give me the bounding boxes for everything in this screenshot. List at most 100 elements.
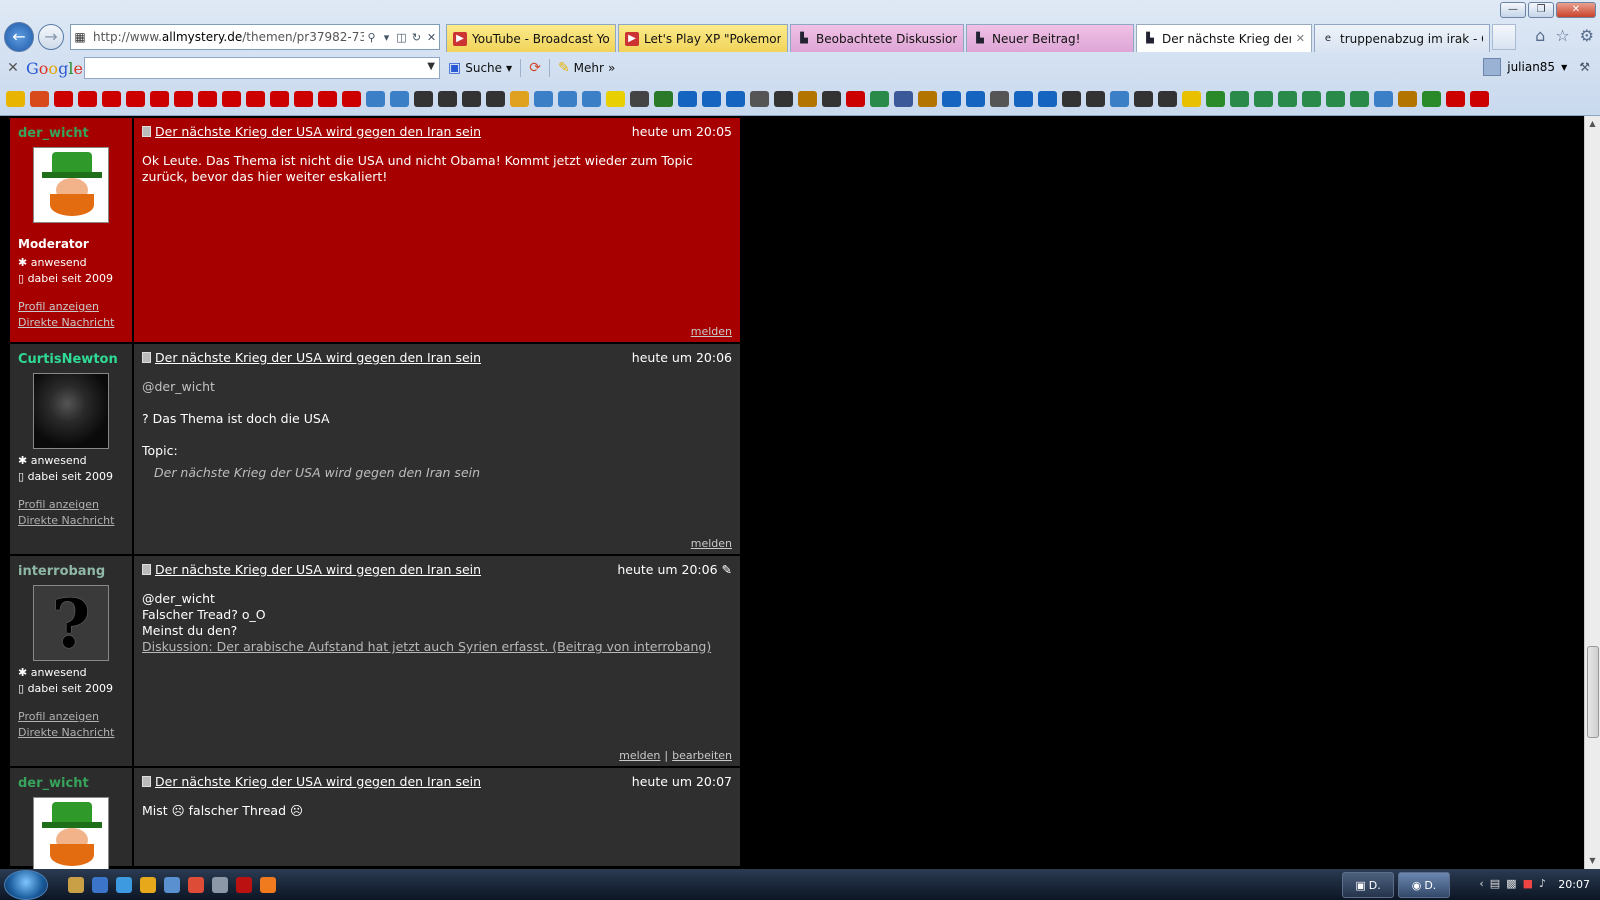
favorite-bookmark-icon[interactable] (1446, 91, 1465, 107)
favorite-bookmark-icon[interactable] (558, 91, 577, 107)
favorite-bookmark-icon[interactable] (414, 91, 433, 107)
browser-tab[interactable]: ▶ Let's Play XP "Pokemon F... (618, 24, 788, 52)
avatar[interactable] (33, 797, 109, 869)
search-icon[interactable]: ⚲ (364, 31, 379, 44)
clock[interactable]: 20:07 (1558, 878, 1590, 891)
favorite-bookmark-icon[interactable] (630, 91, 649, 107)
google-search-input[interactable]: ▼ (84, 57, 440, 79)
bi-icon[interactable] (236, 876, 252, 893)
favorite-bookmark-icon[interactable] (654, 91, 673, 107)
post-title-link[interactable]: Der nächste Krieg der USA wird gegen den… (155, 124, 481, 139)
favorite-bookmark-icon[interactable] (534, 91, 553, 107)
favorite-bookmark-icon[interactable] (942, 91, 961, 107)
favorite-bookmark-icon[interactable] (1182, 91, 1201, 107)
media-player-icon[interactable] (140, 876, 156, 893)
profile-link[interactable]: Profil anzeigen (18, 497, 124, 513)
profile-link[interactable]: Profil anzeigen (18, 709, 124, 725)
browser-tab[interactable]: ▙ Neuer Beitrag! (966, 24, 1134, 52)
user-menu[interactable]: julian85 ▼ ⚒ (1483, 58, 1590, 76)
favorite-bookmark-icon[interactable] (1278, 91, 1297, 107)
desktop-icon[interactable] (92, 876, 108, 893)
favorite-bookmark-icon[interactable] (1230, 91, 1249, 107)
favorite-bookmark-icon[interactable] (894, 91, 913, 107)
favorite-bookmark-icon[interactable] (486, 91, 505, 107)
browser-tab[interactable]: ▙ Der nächste Krieg der ... ✕ (1136, 24, 1312, 52)
favorite-bookmark-icon[interactable] (774, 91, 793, 107)
favorite-bookmark-icon[interactable] (78, 91, 97, 107)
browser-tab[interactable]: ▙ Beobachtete Diskussione... (790, 24, 964, 52)
security-icon[interactable]: ■ (1523, 877, 1533, 890)
favorite-bookmark-icon[interactable] (1326, 91, 1345, 107)
favorite-bookmark-icon[interactable] (462, 91, 481, 107)
new-tab-button[interactable] (1492, 24, 1516, 50)
favorite-bookmark-icon[interactable] (1422, 91, 1441, 107)
favorite-bookmark-icon[interactable] (582, 91, 601, 107)
scroll-up-arrow-icon[interactable]: ▲ (1585, 116, 1600, 132)
favorite-bookmark-icon[interactable] (150, 91, 169, 107)
explorer-icon[interactable] (68, 876, 84, 893)
network-icon[interactable]: ▤ (1490, 877, 1500, 890)
favorite-bookmark-icon[interactable] (198, 91, 217, 107)
mention[interactable]: @der_wicht (142, 591, 732, 607)
ie-icon[interactable] (116, 876, 132, 893)
favorite-bookmark-icon[interactable] (1134, 91, 1153, 107)
minimize-button[interactable]: — (1500, 2, 1526, 18)
favorite-bookmark-icon[interactable] (1014, 91, 1033, 107)
favorite-bookmark-icon[interactable] (1350, 91, 1369, 107)
favorite-bookmark-icon[interactable] (1254, 91, 1273, 107)
favorite-bookmark-icon[interactable] (510, 91, 529, 107)
outlook-icon[interactable] (164, 876, 180, 893)
favorite-bookmark-icon[interactable] (750, 91, 769, 107)
steam-icon[interactable] (212, 876, 228, 893)
more-button[interactable]: ✎ Mehr» (558, 60, 615, 76)
forward-button[interactable]: → (38, 24, 64, 50)
favorite-bookmark-icon[interactable] (1110, 91, 1129, 107)
edit-link[interactable]: bearbeiten (672, 749, 732, 762)
chrome-icon[interactable] (188, 876, 204, 893)
favorite-bookmark-icon[interactable] (1206, 91, 1225, 107)
username-link[interactable]: CurtisNewton (18, 352, 124, 367)
favorite-bookmark-icon[interactable] (990, 91, 1009, 107)
username-link[interactable]: interrobang (18, 564, 124, 579)
favorite-bookmark-icon[interactable] (870, 91, 889, 107)
back-button[interactable]: ← (4, 22, 34, 52)
favorite-bookmark-icon[interactable] (726, 91, 745, 107)
username-link[interactable]: der_wicht (18, 776, 124, 791)
favorite-bookmark-icon[interactable] (390, 91, 409, 107)
browser-tab[interactable]: e truppenabzug im irak - G... (1314, 24, 1490, 52)
favorite-bookmark-icon[interactable] (678, 91, 697, 107)
wrench-icon[interactable]: ⚒ (1579, 60, 1590, 74)
direct-message-link[interactable]: Direkte Nachricht (18, 513, 124, 529)
close-window-button[interactable]: ✕ (1556, 2, 1596, 18)
favorite-bookmark-icon[interactable] (366, 91, 385, 107)
vertical-scrollbar[interactable]: ▲ ▼ (1584, 116, 1600, 869)
favorite-bookmark-icon[interactable] (102, 91, 121, 107)
favorite-bookmark-icon[interactable] (342, 91, 361, 107)
refresh-icon[interactable]: ↻ (409, 31, 424, 44)
close-tab-icon[interactable]: ✕ (1296, 32, 1305, 45)
favorite-bookmark-icon[interactable] (1062, 91, 1081, 107)
report-link[interactable]: melden (691, 537, 732, 550)
favorite-bookmark-icon[interactable] (1086, 91, 1105, 107)
favorite-bookmark-icon[interactable] (1038, 91, 1057, 107)
favorite-bookmark-icon[interactable] (30, 91, 49, 107)
scrollbar-thumb[interactable] (1587, 646, 1599, 738)
post-title-link[interactable]: Der nächste Krieg der USA wird gegen den… (155, 774, 481, 789)
favorite-bookmark-icon[interactable] (294, 91, 313, 107)
favorite-bookmark-icon[interactable] (918, 91, 937, 107)
favorite-bookmark-icon[interactable] (126, 91, 145, 107)
favorite-bookmark-icon[interactable] (270, 91, 289, 107)
chevron-left-icon[interactable]: ‹ (1479, 877, 1483, 890)
favorite-bookmark-icon[interactable] (702, 91, 721, 107)
address-bar[interactable]: ▦ http://www.allmystery.de/themen/pr3798… (70, 24, 440, 50)
avatar[interactable] (33, 373, 109, 449)
address-url[interactable]: http://www.allmystery.de/themen/pr37982-… (89, 30, 364, 44)
post-title-link[interactable]: Der nächste Krieg der USA wird gegen den… (155, 350, 481, 365)
favorite-bookmark-icon[interactable] (1158, 91, 1177, 107)
favorite-bookmark-icon[interactable] (246, 91, 265, 107)
browser-tab[interactable]: ▶ YouTube - Broadcast You... (446, 24, 616, 52)
volume-icon[interactable]: ♪ (1539, 877, 1546, 890)
favorite-bookmark-icon[interactable] (54, 91, 73, 107)
compatibility-view-icon[interactable]: ◫ (394, 31, 409, 44)
edit-icon[interactable]: ✎ (718, 562, 732, 577)
